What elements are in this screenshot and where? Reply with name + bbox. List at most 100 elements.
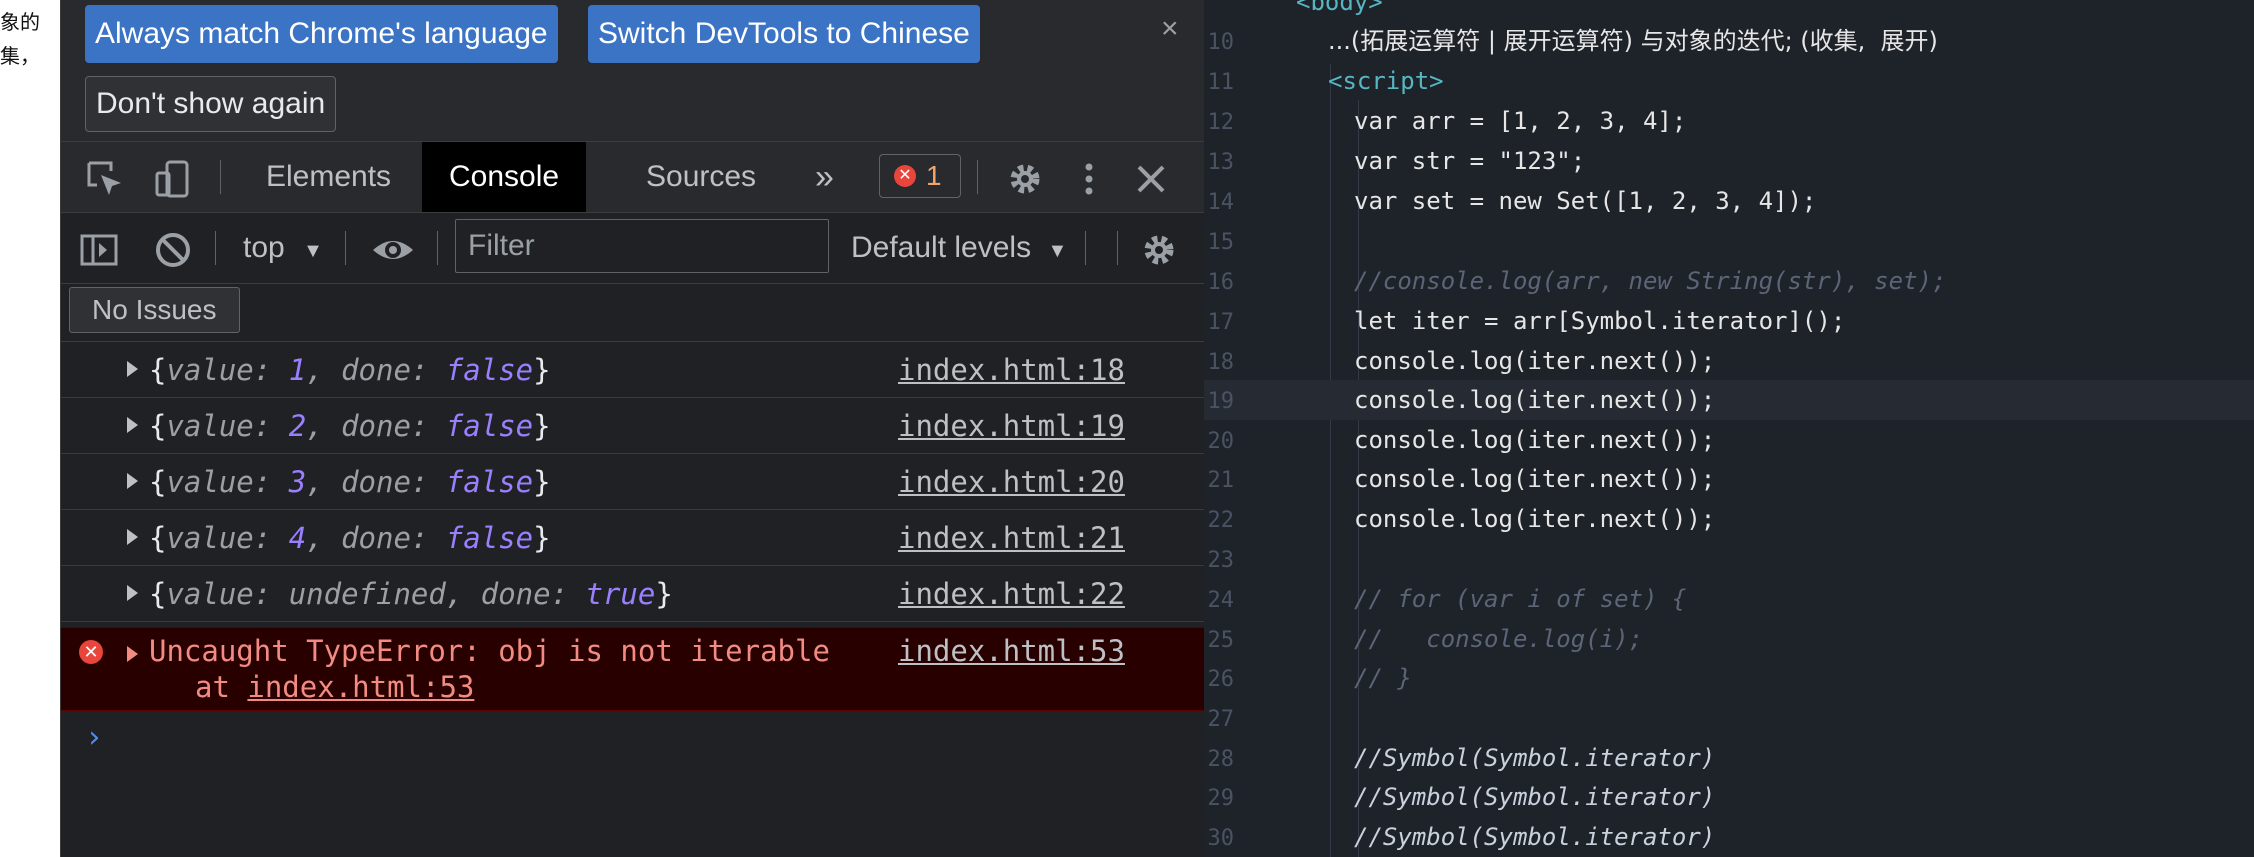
clear-console-icon[interactable] bbox=[153, 213, 193, 283]
console-message-row[interactable]: {value: 1, done: false} index.html:18 bbox=[61, 342, 1204, 398]
no-issues-button[interactable]: No Issues bbox=[69, 287, 240, 333]
code-line: 10 ...(拓展运算符 | 展开运算符) 与对象的迭代; (收集, 展开) bbox=[1204, 21, 2254, 61]
code-text: //Symbol(Symbol.iterator) bbox=[1354, 783, 1716, 811]
console-object[interactable]: {value: 2, done: false} bbox=[149, 398, 551, 454]
iter-value: 4 bbox=[288, 521, 307, 555]
expand-triangle-icon[interactable] bbox=[127, 646, 138, 662]
toolbar-divider bbox=[437, 231, 438, 265]
devtools-panel: Always match Chrome's language Switch De… bbox=[60, 0, 1204, 857]
show-sidebar-icon[interactable] bbox=[79, 213, 119, 283]
context-selector[interactable]: top ▼ bbox=[243, 213, 323, 286]
console-settings-gear-icon[interactable] bbox=[1139, 213, 1179, 283]
code-text: //Symbol(Symbol.iterator) bbox=[1354, 823, 1716, 851]
code-line: 14 var set = new Set([1, 2, 3, 4]); bbox=[1204, 181, 2254, 221]
tabbar-divider bbox=[977, 160, 978, 194]
devtools-tabbar: Elements Console Sources » ✕ 1 bbox=[61, 142, 1204, 213]
iter-done: false bbox=[445, 409, 534, 443]
error-stack-link[interactable]: index.html:53 bbox=[247, 670, 474, 704]
source-link[interactable]: index.html:19 bbox=[898, 398, 1125, 454]
console-error-row[interactable]: ✕ Uncaught TypeError: obj is not iterabl… bbox=[61, 627, 1204, 711]
line-number: 19 bbox=[1207, 389, 1235, 414]
line-number: 15 bbox=[1207, 230, 1235, 255]
code-text: ...(拓展运算符 | 展开运算符) 与对象的迭代; (收集, 展开) bbox=[1328, 27, 1938, 55]
console-object[interactable]: {value: undefined, done: true} bbox=[149, 566, 673, 622]
line-number: 14 bbox=[1207, 190, 1235, 215]
dont-show-again-button[interactable]: Don't show again bbox=[85, 76, 337, 132]
code-text: console.log(iter.next()); bbox=[1354, 386, 1716, 414]
code-line: 26 // } bbox=[1204, 658, 2254, 698]
tabbar-divider bbox=[220, 160, 221, 194]
settings-gear-icon[interactable] bbox=[1005, 142, 1045, 212]
source-link[interactable]: index.html:20 bbox=[898, 454, 1125, 510]
live-expression-eye-icon[interactable] bbox=[371, 213, 415, 283]
code-text: console.log(iter.next()); bbox=[1354, 465, 1716, 493]
switch-devtools-language-button[interactable]: Switch DevTools to Chinese bbox=[588, 5, 980, 63]
infobar-close-icon[interactable]: × bbox=[1161, 12, 1179, 46]
customize-menu-icon[interactable] bbox=[1069, 142, 1109, 212]
error-count-badge[interactable]: ✕ 1 bbox=[879, 154, 961, 198]
console-message-row[interactable]: {value: 4, done: false} index.html:21 bbox=[61, 510, 1204, 566]
line-number: 27 bbox=[1207, 707, 1235, 732]
expand-triangle-icon[interactable] bbox=[127, 417, 138, 433]
code-line: 27 bbox=[1204, 698, 2254, 738]
expand-triangle-icon[interactable] bbox=[127, 361, 138, 377]
code-text: // for (var i of set) { bbox=[1354, 585, 1687, 613]
line-number: 10 bbox=[1207, 30, 1235, 55]
line-number: 25 bbox=[1207, 628, 1235, 653]
code-line: <body> bbox=[1204, 0, 2254, 22]
device-toolbar-icon[interactable] bbox=[153, 142, 193, 212]
console-object[interactable]: {value: 1, done: false} bbox=[149, 342, 551, 398]
close-devtools-icon[interactable] bbox=[1131, 142, 1171, 212]
console-message-row[interactable]: {value: 3, done: false} index.html:20 bbox=[61, 454, 1204, 510]
inspect-element-icon[interactable] bbox=[85, 142, 125, 212]
line-number: 12 bbox=[1207, 110, 1235, 135]
toolbar-divider bbox=[215, 231, 216, 265]
always-match-language-button[interactable]: Always match Chrome's language bbox=[85, 5, 558, 63]
code-text: <body> bbox=[1296, 0, 1383, 16]
code-line: 15 bbox=[1204, 221, 2254, 261]
source-link[interactable]: index.html:21 bbox=[898, 510, 1125, 566]
error-count: 1 bbox=[926, 160, 942, 191]
tab-elements[interactable]: Elements bbox=[239, 142, 418, 212]
code-text: console.log(iter.next()); bbox=[1354, 347, 1716, 375]
line-number: 20 bbox=[1207, 429, 1235, 454]
code-line: 17 let iter = arr[Symbol.iterator](); bbox=[1204, 301, 2254, 341]
issues-bar: No Issues bbox=[61, 284, 1204, 342]
line-number: 29 bbox=[1207, 786, 1235, 811]
expand-triangle-icon[interactable] bbox=[127, 473, 138, 489]
toolbar-divider bbox=[1117, 231, 1118, 265]
console-toolbar: top ▼ Default levels ▼ bbox=[61, 213, 1204, 284]
source-link[interactable]: index.html:18 bbox=[898, 342, 1125, 398]
error-source-link[interactable]: index.html:53 bbox=[898, 634, 1125, 668]
log-levels-dropdown[interactable]: Default levels ▼ bbox=[851, 213, 1067, 286]
line-number: 26 bbox=[1207, 667, 1235, 692]
code-line: 25 // console.log(i); bbox=[1204, 619, 2254, 659]
context-dropdown-icon: ▼ bbox=[303, 240, 323, 262]
filter-input[interactable] bbox=[455, 219, 829, 273]
code-text: var set = new Set([1, 2, 3, 4]); bbox=[1354, 187, 1817, 215]
code-line: 22 console.log(iter.next()); bbox=[1204, 499, 2254, 539]
line-number: 30 bbox=[1207, 826, 1235, 851]
code-text: console.log(iter.next()); bbox=[1354, 505, 1716, 533]
tab-sources[interactable]: Sources bbox=[619, 142, 783, 212]
source-link[interactable]: index.html:22 bbox=[898, 566, 1125, 622]
code-text: <script> bbox=[1328, 67, 1444, 95]
iter-done: false bbox=[445, 465, 534, 499]
iter-value: undefined bbox=[288, 577, 446, 611]
expand-triangle-icon[interactable] bbox=[127, 529, 138, 545]
error-icon: ✕ bbox=[79, 640, 103, 664]
line-number: 17 bbox=[1207, 310, 1235, 335]
code-line: 24 // for (var i of set) { bbox=[1204, 579, 2254, 619]
console-prompt[interactable]: › bbox=[85, 720, 103, 755]
iter-done: false bbox=[445, 521, 534, 555]
more-tabs-icon[interactable]: » bbox=[805, 142, 844, 212]
console-message-row[interactable]: {value: undefined, done: true} index.htm… bbox=[61, 566, 1204, 622]
left-page-strip: 象的 集， bbox=[0, 0, 60, 857]
console-object[interactable]: {value: 4, done: false} bbox=[149, 510, 551, 566]
tab-console[interactable]: Console bbox=[422, 142, 587, 212]
code-line: 16 //console.log(arr, new String(str), s… bbox=[1204, 261, 2254, 301]
error-at-prefix: at bbox=[195, 670, 248, 704]
console-message-row[interactable]: {value: 2, done: false} index.html:19 bbox=[61, 398, 1204, 454]
console-object[interactable]: {value: 3, done: false} bbox=[149, 454, 551, 510]
expand-triangle-icon[interactable] bbox=[127, 585, 138, 601]
